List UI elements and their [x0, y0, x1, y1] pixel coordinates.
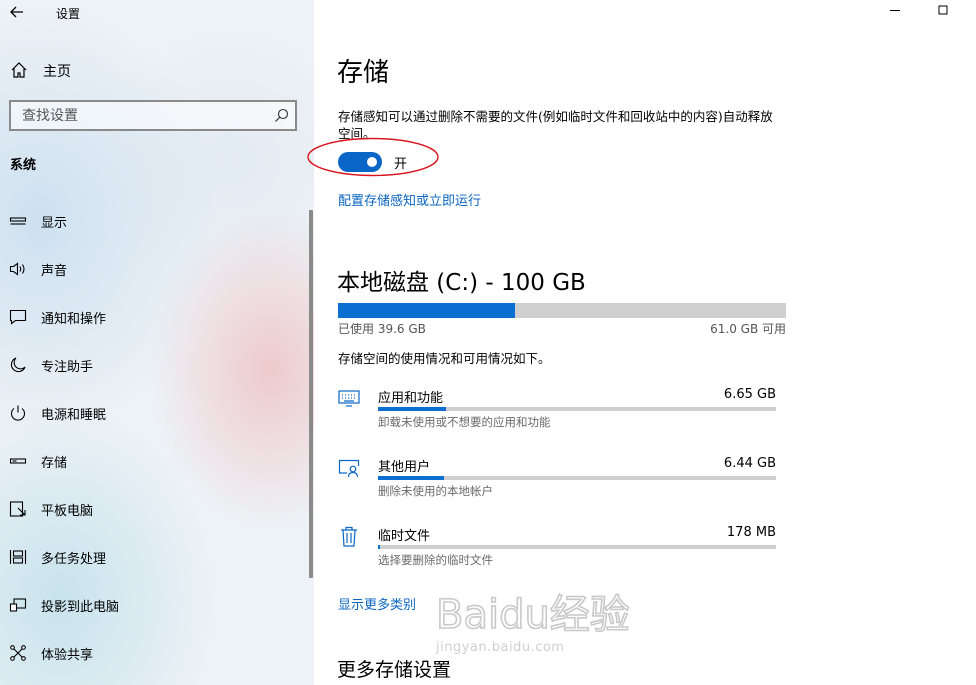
sidebar-item-label: 体验共享	[41, 648, 94, 663]
sidebar-item-label: 平板电脑	[41, 504, 94, 519]
drive-free-label: 61.0 GB 可用	[710, 322, 786, 336]
sidebar-item-label: 显示	[41, 216, 68, 231]
sidebar-item-label: 多任务处理	[41, 552, 107, 567]
sidebar-item-multitasking[interactable]: 多任务处理	[0, 542, 314, 572]
multitask-icon	[9, 550, 27, 564]
trash-icon	[341, 526, 357, 547]
storage-sense-description: 存储感知可以通过删除不需要的文件(例如临时文件和回收站中的内容)自动释放空间。	[338, 109, 773, 141]
sidebar-item-notifications[interactable]: 通知和操作	[0, 302, 314, 332]
category-other-users[interactable]: 其他用户 6.44 GB 删除未使用的本地帐户	[338, 456, 778, 516]
category-size: 6.44 GB	[723, 456, 776, 471]
drive-title: 本地磁盘 (C:) - 100 GB	[337, 270, 586, 296]
storage-icon	[9, 458, 27, 464]
category-size: 178 MB	[726, 525, 776, 540]
section-label-system: 系统	[10, 158, 37, 173]
sidebar-item-label: 声音	[41, 264, 68, 279]
sidebar-item-display[interactable]: 显示	[0, 206, 314, 236]
category-subtitle: 卸载未使用或不想要的应用和功能	[378, 415, 551, 429]
category-usage-fill	[378, 476, 444, 480]
storage-sense-toggle-row: 开	[338, 150, 407, 174]
minimize-icon[interactable]	[888, 3, 902, 17]
power-icon	[10, 405, 26, 421]
sidebar-item-label: 专注助手	[41, 360, 94, 375]
home-icon	[11, 62, 27, 78]
sidebar-item-focus-assist[interactable]: 专注助手	[0, 350, 314, 380]
sidebar-item-sound[interactable]: 声音	[0, 254, 314, 284]
moon-icon	[10, 357, 26, 373]
maximize-icon[interactable]	[936, 3, 950, 17]
configure-storage-sense-link[interactable]: 配置存储感知或立即运行	[338, 190, 481, 209]
tablet-icon	[9, 501, 26, 517]
sidebar-item-home[interactable]: 主页	[0, 56, 314, 82]
category-usage-bar	[378, 545, 776, 549]
storage-sense-toggle[interactable]	[338, 152, 382, 172]
page-title: 存储	[337, 58, 390, 88]
sidebar-item-label: 存储	[41, 456, 68, 471]
sidebar: 设置 主页 系统 显示 声音 通知和操作	[0, 0, 314, 685]
search-icon[interactable]	[274, 108, 289, 123]
project-icon	[9, 598, 27, 612]
sidebar-scrollbar[interactable]	[309, 210, 313, 578]
category-size: 6.65 GB	[723, 387, 776, 402]
toggle-knob	[367, 157, 377, 167]
share-icon	[10, 645, 26, 661]
category-usage-fill	[378, 407, 446, 411]
sidebar-item-label: 主页	[43, 64, 71, 80]
category-subtitle: 删除未使用的本地帐户	[378, 484, 493, 498]
user-icon	[338, 459, 360, 478]
sidebar-item-power-sleep[interactable]: 电源和睡眠	[0, 398, 314, 428]
keyboard-icon	[338, 390, 360, 407]
category-usage-bar	[378, 407, 776, 411]
main-content: 存储 存储感知可以通过删除不需要的文件(例如临时文件和回收站中的内容)自动释放空…	[307, 0, 976, 685]
sidebar-item-label: 投影到此电脑	[41, 600, 120, 615]
monitor-icon	[9, 217, 27, 225]
sidebar-item-storage[interactable]: 存储	[0, 446, 314, 476]
category-usage-fill	[378, 545, 381, 549]
drive-usage-bar	[338, 303, 786, 318]
category-usage-bar	[378, 476, 776, 480]
category-temp-files[interactable]: 临时文件 178 MB 选择要删除的临时文件	[338, 525, 778, 585]
sidebar-item-tablet[interactable]: 平板电脑	[0, 494, 314, 524]
category-subtitle: 选择要删除的临时文件	[378, 553, 493, 567]
app-title: 设置	[56, 7, 81, 21]
usage-intro: 存储空间的使用情况和可用情况如下。	[338, 351, 551, 366]
speaker-icon	[9, 262, 25, 276]
category-apps-features[interactable]: 应用和功能 6.65 GB 卸载未使用或不想要的应用和功能	[338, 387, 778, 447]
sidebar-item-shared-experiences[interactable]: 体验共享	[0, 638, 314, 668]
search-box[interactable]	[9, 100, 297, 131]
notification-icon	[9, 309, 27, 325]
more-storage-settings-title: 更多存储设置	[337, 659, 452, 681]
sidebar-item-label: 通知和操作	[41, 312, 107, 327]
drive-usage-fill	[338, 303, 516, 318]
watermark-url: jingyan.baidu.com	[436, 640, 565, 655]
back-arrow-icon	[10, 6, 23, 18]
show-more-categories-link[interactable]: 显示更多类别	[338, 594, 416, 613]
back-button[interactable]	[6, 2, 28, 22]
toggle-state-label: 开	[394, 156, 408, 172]
sidebar-item-label: 电源和睡眠	[41, 408, 107, 423]
search-input[interactable]	[11, 107, 261, 124]
sidebar-item-project[interactable]: 投影到此电脑	[0, 590, 314, 620]
